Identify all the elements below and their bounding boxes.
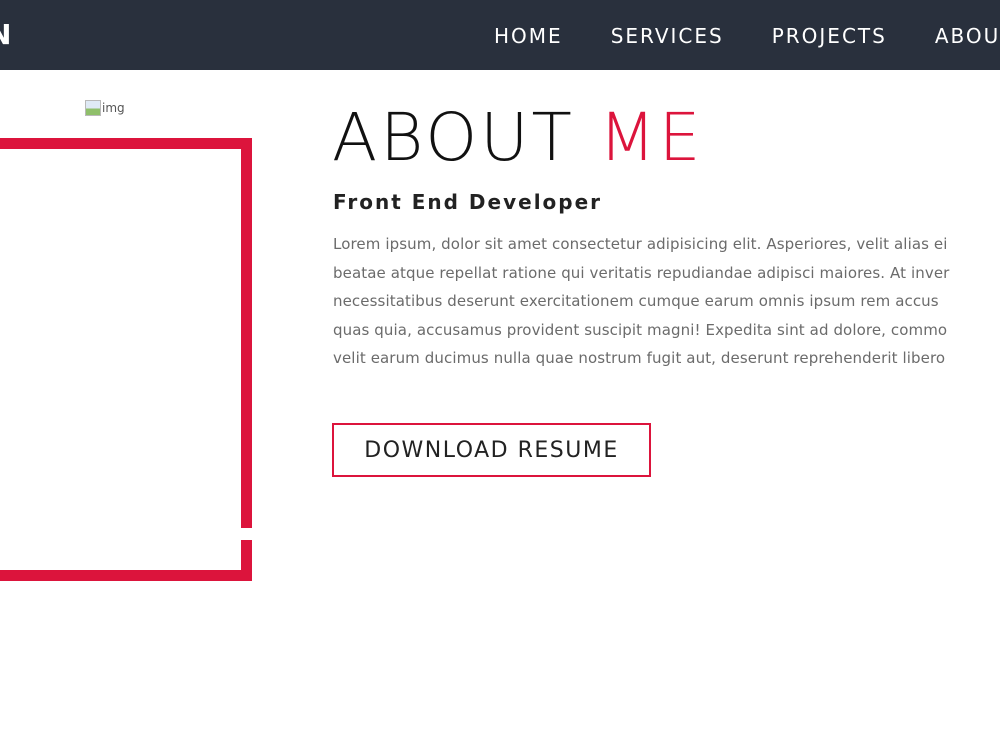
nav-links: HOME SERVICES PROJECTS ABOUT [494, 23, 1000, 49]
image-frame [0, 138, 252, 581]
frame-gap [240, 528, 254, 540]
bio-line: Lorem ipsum, dolor sit amet consectetur … [333, 235, 948, 253]
bio-line: necessitatibus deserunt exercitationem c… [333, 292, 939, 310]
broken-image-icon [85, 100, 101, 116]
nav-link-projects[interactable]: PROJECTS [772, 23, 887, 49]
bio-line: beatae atque repellat ratione qui verita… [333, 263, 950, 282]
about-title-main: ABOUT [332, 99, 599, 176]
nav-link-home[interactable]: HOME [494, 23, 563, 49]
profile-image: img [85, 99, 125, 117]
image-alt-text: img [102, 101, 125, 115]
bio-line: velit earum ducimus nulla quae nostrum f… [333, 349, 946, 367]
bio-text: Lorem ipsum, dolor sit amet consectetur … [333, 230, 1000, 373]
role-subtitle: Front End Developer [333, 190, 603, 214]
download-resume-button[interactable]: DOWNLOAD RESUME [332, 423, 651, 477]
bio-line: quas quia, accusamus provident suscipit … [333, 320, 948, 339]
about-title: ABOUT ME [332, 100, 703, 176]
page: N HOME SERVICES PROJECTS ABOUT img ABOUT… [0, 0, 1000, 750]
brand-logo[interactable]: N [0, 17, 13, 53]
nav-link-about[interactable]: ABOUT [935, 23, 1000, 49]
nav-link-services[interactable]: SERVICES [611, 23, 724, 49]
about-title-accent: ME [598, 99, 704, 176]
navbar: N HOME SERVICES PROJECTS ABOUT [0, 0, 1000, 70]
